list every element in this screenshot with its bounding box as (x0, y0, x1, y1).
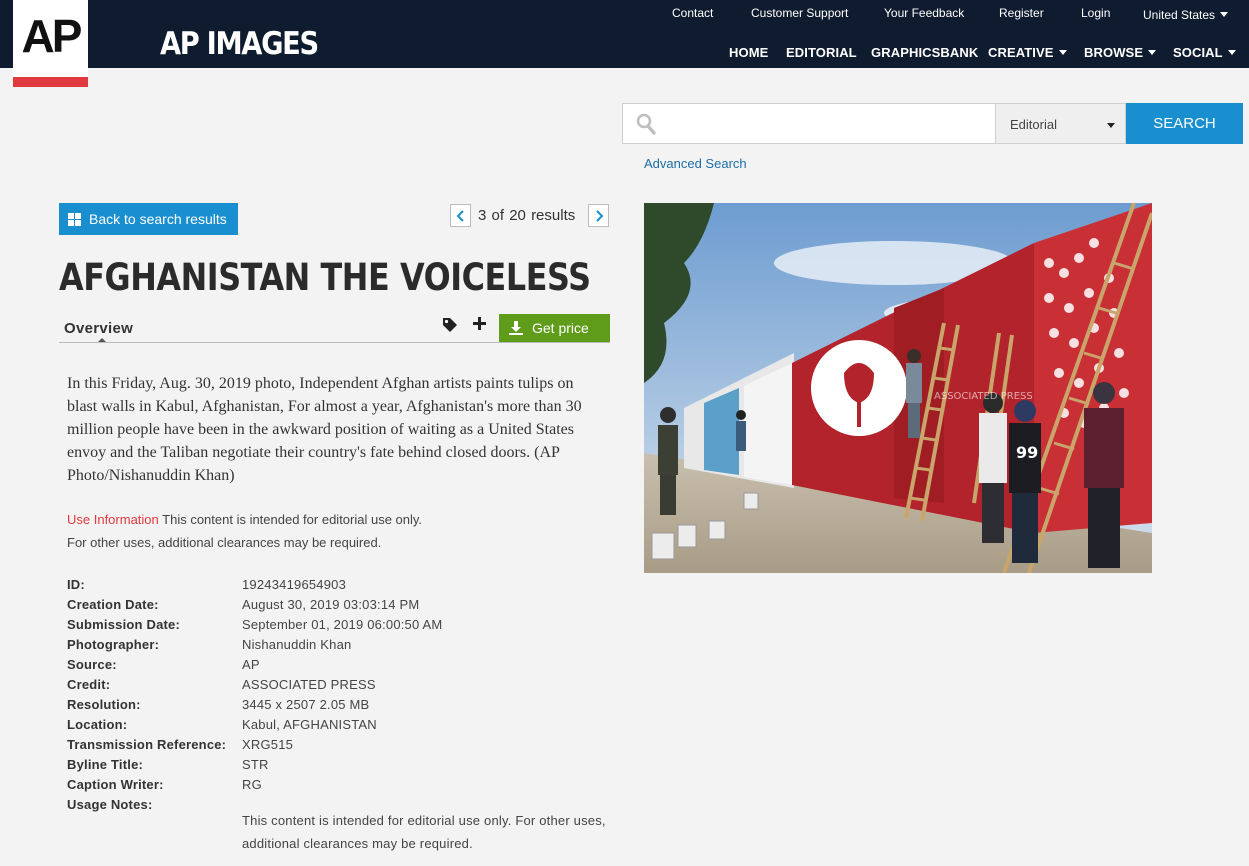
top-navigation-bar: AP IMAGES Contact Customer Support Your … (0, 0, 1249, 68)
search-scope-select[interactable]: Editorial (996, 103, 1126, 144)
region-label: United States (1143, 8, 1216, 22)
metadata-row: Caption Writer: RG (67, 777, 612, 797)
metadata-row: Location: Kabul, AFGHANISTAN (67, 717, 612, 737)
search-box (622, 103, 996, 144)
use-information-text: This content is intended for editorial u… (158, 512, 423, 527)
search-scope-label: Editorial (1010, 117, 1057, 132)
tag-icon[interactable] (442, 317, 458, 333)
photo-caption: In this Friday, Aug. 30, 2019 photo, Ind… (67, 375, 582, 484)
metadata-row: Creation Date: August 30, 2019 03:03:14 P… (67, 597, 612, 617)
utility-links: Contact Customer Support Your Feedback R… (0, 5, 1249, 23)
metadata-value: September 01, 2019 06:00:50 AM (242, 617, 443, 632)
nav-graphicsbank[interactable]: GRAPHICSBANK (871, 45, 978, 61)
metadata-label: Credit: (67, 677, 111, 692)
ap-logo-text: AP (21, 10, 83, 62)
metadata-label: Creation Date: (67, 597, 159, 612)
search-icon (636, 113, 656, 135)
chevron-down-icon (1227, 50, 1236, 56)
photo-watermark: ASSOCIATED PRESS (934, 391, 1033, 402)
nav-editorial[interactable]: EDITORIAL (786, 45, 857, 61)
metadata-value: STR (242, 757, 269, 772)
nav-creative-label: CREATIVE (988, 45, 1054, 60)
result-total: 20 (509, 207, 526, 224)
advanced-search-link[interactable]: Advanced Search (644, 156, 747, 171)
metadata-value: 3445 x 2507 2.05 MB (242, 697, 370, 712)
result-position: 3 of 20 results (478, 207, 575, 224)
add-to-lightbox-icon[interactable] (473, 317, 486, 330)
metadata-row: Submission Date: September 01, 2019 06:00… (67, 617, 612, 637)
use-information: Use Information This content is intended… (67, 508, 607, 554)
main-photo[interactable]: 99 ASSOCIATED PRESS (644, 203, 1152, 573)
download-icon (509, 321, 523, 335)
use-information-text-2: For other uses, additional clearances ma… (67, 535, 382, 550)
metadata-value: August 30, 2019 03:03:14 PM (242, 597, 420, 612)
photo-illustration: 99 ASSOCIATED PRESS (644, 203, 1152, 573)
grid-icon (68, 213, 81, 226)
back-to-results-label: Back to search results (89, 211, 227, 227)
metadata-value: Nishanuddin Khan (242, 637, 352, 652)
nav-browse[interactable]: BROWSE (1084, 45, 1157, 61)
get-price-label: Get price (532, 320, 589, 336)
search-button[interactable]: SEARCH (1126, 103, 1243, 144)
nav-creative[interactable]: CREATIVE (988, 45, 1067, 61)
metadata-label: Caption Writer: (67, 777, 164, 792)
metadata-label: ID: (67, 577, 85, 592)
chevron-down-icon (1220, 12, 1229, 18)
tabs-divider (59, 342, 610, 343)
main-navigation: HOME EDITORIAL GRAPHICSBANK CREATIVE BRO… (0, 45, 1249, 63)
chevron-right-icon (596, 210, 604, 222)
result-index: 3 (478, 207, 487, 224)
customer-support-link[interactable]: Customer Support (751, 5, 848, 21)
search-input[interactable] (667, 110, 987, 138)
metadata-label: Location: (67, 717, 128, 732)
result-pager: 3 of 20 results (450, 204, 610, 228)
page-title: AFGHANISTAN THE VOICELESS (59, 256, 591, 299)
shirt-number: 99 (1016, 443, 1038, 462)
usage-notes-value: This content is intended for editorial u… (242, 813, 606, 851)
nav-social-label: SOCIAL (1173, 45, 1223, 60)
metadata-value: ASSOCIATED PRESS (242, 677, 376, 692)
metadata-label: Resolution: (67, 697, 141, 712)
metadata-label: Submission Date: (67, 617, 180, 632)
result-of-word: of (491, 207, 505, 224)
metadata-row: Photographer: Nishanuddin Khan (67, 637, 612, 657)
nav-browse-label: BROWSE (1084, 45, 1144, 60)
chevron-down-icon (1148, 50, 1157, 56)
get-price-button[interactable]: Get price (499, 314, 610, 342)
ap-logo-red-bar (13, 77, 88, 87)
metadata-label: Usage Notes: (67, 797, 153, 812)
nav-social[interactable]: SOCIAL (1173, 45, 1236, 61)
previous-result-button[interactable] (450, 204, 471, 227)
metadata-row: Resolution: 3445 x 2507 2.05 MB (67, 697, 612, 717)
tab-overview[interactable]: Overview (64, 320, 133, 337)
nav-home[interactable]: HOME (729, 45, 768, 61)
region-selector[interactable]: United States (1143, 7, 1229, 23)
metadata-value: AP (242, 657, 260, 672)
chevron-down-icon (1058, 50, 1067, 56)
metadata-label: Source: (67, 657, 117, 672)
metadata-row: ID: 19243419654903 (67, 577, 612, 597)
your-feedback-link[interactable]: Your Feedback (884, 5, 964, 21)
register-link[interactable]: Register (999, 5, 1044, 21)
back-to-results-button[interactable]: Back to search results (59, 203, 238, 235)
metadata-value: Kabul, AFGHANISTAN (242, 717, 377, 732)
use-information-link[interactable]: Use Information (67, 512, 159, 527)
result-results-word: results (531, 207, 576, 224)
login-link[interactable]: Login (1081, 5, 1110, 21)
metadata-label: Photographer: (67, 637, 160, 652)
metadata-row: Byline Title: STR (67, 757, 612, 777)
metadata-label: Byline Title: (67, 757, 144, 772)
metadata-row: Transmission Reference: XRG515 (67, 737, 612, 757)
ap-logo[interactable]: AP (13, 0, 88, 87)
metadata-value: 19243419654903 (242, 577, 347, 592)
metadata-value: RG (242, 777, 262, 792)
metadata-row: Source: AP (67, 657, 612, 677)
metadata-row: Credit: ASSOCIATED PRESS (67, 677, 612, 697)
metadata-value: XRG515 (242, 737, 294, 752)
chevron-down-icon (1107, 123, 1115, 128)
metadata-label: Transmission Reference: (67, 737, 227, 752)
next-result-button[interactable] (588, 204, 609, 227)
contact-link[interactable]: Contact (672, 5, 713, 21)
chevron-left-icon (456, 210, 464, 222)
